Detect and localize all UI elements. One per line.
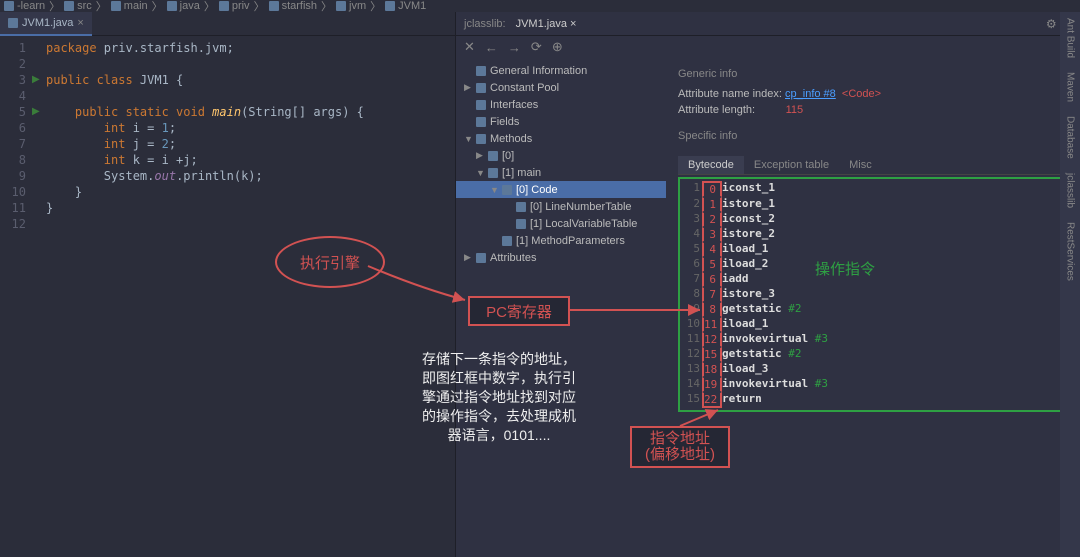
specific-info-title: Specific info (678, 130, 1068, 142)
bytecode-row[interactable]: 1 0 iconst_1 (682, 181, 1064, 197)
breadcrumb-item[interactable]: -learn (4, 0, 45, 12)
tree-item[interactable]: ▶[0] (456, 147, 666, 164)
bytecode-row[interactable]: 15 22 return (682, 392, 1064, 408)
annotation-exec-engine: 执行引擎 (275, 236, 385, 288)
tree-item[interactable]: ▼Methods (456, 130, 666, 147)
tab-label: JVM1.java (22, 17, 73, 29)
breadcrumb: -learn〉src〉main〉java〉priv〉starfish〉jvm〉J… (0, 0, 1080, 12)
editor-tabs: JVM1.java × (0, 12, 455, 36)
bytecode-row[interactable]: 3 2 iconst_2 (682, 212, 1064, 227)
tree-item[interactable]: ▶Constant Pool (456, 79, 666, 96)
detail-pane: Generic info Attribute name index: cp_in… (666, 58, 1080, 557)
attr-len-val: 115 (786, 104, 804, 116)
bytecode-tabs: BytecodeException tableMisc (678, 156, 1068, 175)
toolbar-button[interactable]: ⟳ (531, 39, 542, 55)
bytecode-row[interactable]: 10 11 iload_1 (682, 317, 1064, 332)
bytecode-row[interactable]: 11 12 invokevirtual #3 (682, 332, 1064, 347)
tree-item[interactable]: [1] MethodParameters (456, 232, 666, 249)
attr-name-label: Attribute name index: (678, 88, 782, 100)
file-tab[interactable]: JVM1.java × (516, 18, 577, 30)
toolbar-button[interactable]: ⊕ (552, 39, 563, 55)
sidebar-tool[interactable]: jclasslib (1065, 173, 1076, 208)
jclasslib-toolbar: ✕ ← → ⟳ ⊕ (456, 36, 1080, 58)
bytecode-listing[interactable]: 1 0 iconst_1 2 1 istore_1 3 2 iconst_2 4… (678, 177, 1068, 412)
editor-tab[interactable]: JVM1.java × (0, 12, 92, 36)
annotation-pc-register: PC寄存器 (468, 296, 570, 326)
attr-len-label: Attribute length: (678, 104, 755, 116)
java-file-icon (8, 18, 18, 28)
generic-info-title: Generic info (678, 68, 1068, 80)
bytecode-row[interactable]: 8 7 istore_3 (682, 287, 1064, 302)
breadcrumb-item[interactable]: src (64, 0, 92, 12)
breadcrumb-item[interactable]: priv (219, 0, 250, 12)
tree-item[interactable]: ▼[1] main (456, 164, 666, 181)
annotation-op-instr: 操作指令 (815, 258, 875, 279)
editor-pane: JVM1.java × 123456789101112 ▶ ▶ package … (0, 12, 455, 557)
tree-item[interactable]: ▶Attributes (456, 249, 666, 266)
annotation-explain: 存储下一条指令的地址，即图红框中数字，执行引擎通过指令地址找到对应的操作指令，去… (394, 350, 604, 445)
breadcrumb-item[interactable]: java (167, 0, 200, 12)
bytecode-row[interactable]: 4 3 istore_2 (682, 227, 1064, 242)
attr-name-link[interactable]: cp_info #8 (785, 88, 836, 100)
bytecode-row[interactable]: 13 18 iload_3 (682, 362, 1064, 377)
tree-item[interactable]: General Information (456, 62, 666, 79)
bytecode-row[interactable]: 5 4 iload_1 (682, 242, 1064, 257)
close-icon[interactable]: × (77, 17, 83, 29)
close-icon[interactable]: × (570, 18, 576, 30)
sidebar-tool[interactable]: Ant Build (1065, 18, 1076, 58)
bytecode-row[interactable]: 9 8 getstatic #2 (682, 302, 1064, 317)
line-gutter: 123456789101112 (0, 36, 32, 557)
right-sidebar: Ant Build Maven Database jclasslib RestServi… (1060, 12, 1080, 557)
run-gutter[interactable]: ▶ ▶ (32, 36, 46, 557)
toolbar-button[interactable]: → (508, 40, 521, 55)
breadcrumb-item[interactable]: jvm (336, 0, 366, 12)
sidebar-tool[interactable]: RestServices (1065, 222, 1076, 281)
breadcrumb-item[interactable]: starfish (269, 0, 317, 12)
bytecode-row[interactable]: 14 19 invokevirtual #3 (682, 377, 1064, 392)
tree-item[interactable]: Fields (456, 113, 666, 130)
attr-name-val: <Code> (839, 88, 881, 100)
code-area[interactable]: package priv.starfish.jvm; public class … (46, 36, 455, 557)
bytecode-tab[interactable]: Misc (839, 156, 882, 174)
jclasslib-tab[interactable]: jclasslib: (464, 18, 506, 30)
tree-item[interactable]: Interfaces (456, 96, 666, 113)
tree-item[interactable]: ▼[0] Code (456, 181, 666, 198)
sidebar-tool[interactable]: Maven (1065, 72, 1076, 102)
annotation-instr-addr: 指令地址(偏移地址) (630, 426, 730, 468)
tree-item[interactable]: [1] LocalVariableTable (456, 215, 666, 232)
tree-item[interactable]: [0] LineNumberTable (456, 198, 666, 215)
bytecode-row[interactable]: 12 15 getstatic #2 (682, 347, 1064, 362)
sidebar-tool[interactable]: Database (1065, 116, 1076, 159)
breadcrumb-item[interactable]: main (111, 0, 148, 12)
bytecode-tab[interactable]: Exception table (744, 156, 839, 174)
bytecode-tab[interactable]: Bytecode (678, 156, 744, 174)
bytecode-row[interactable]: 2 1 istore_1 (682, 197, 1064, 212)
toolbar-button[interactable]: ← (485, 40, 498, 55)
toolbar-button[interactable]: ✕ (464, 39, 475, 55)
breadcrumb-item[interactable]: JVM1 (385, 0, 426, 12)
jclasslib-pane: jclasslib: JVM1.java × ⚙ — ✕←→⟳⊕ General… (455, 12, 1080, 557)
